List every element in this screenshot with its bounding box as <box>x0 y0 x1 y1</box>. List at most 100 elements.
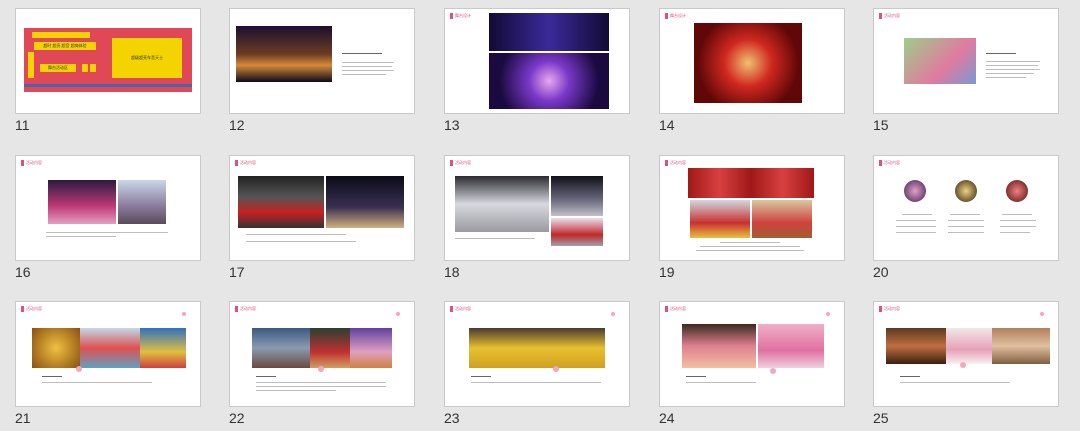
slide-number: 24 <box>659 410 675 426</box>
slide-number: 22 <box>229 410 245 426</box>
decor-dot <box>318 366 324 372</box>
slide-number: 15 <box>873 117 889 133</box>
slide-number: 14 <box>659 117 675 133</box>
section-tag: 活动内容 <box>235 306 256 312</box>
slide-number: 25 <box>873 410 889 426</box>
slide-number: 18 <box>444 264 460 280</box>
car-photo <box>238 176 324 228</box>
models-photo <box>326 176 404 228</box>
slide-number: 11 <box>15 117 30 133</box>
slide-number: 21 <box>15 410 31 426</box>
slide-canvas: 舞台设计 <box>659 8 845 114</box>
slide-thumbnail-17[interactable]: 活动内容 17 <box>229 155 415 285</box>
performer-avatar-1 <box>904 180 926 202</box>
slide-canvas: 活动内容 <box>15 155 201 261</box>
event-photo-right <box>752 200 812 238</box>
decor-dot <box>611 312 615 316</box>
lion-photo <box>32 328 80 368</box>
decor-dot <box>76 366 82 372</box>
decor-dot <box>182 312 186 316</box>
decor-dot <box>960 362 966 368</box>
slide-thumbnail-16[interactable]: 活动内容 16 <box>15 155 201 285</box>
section-tag: 活动内容 <box>235 160 256 166</box>
slide-canvas: 活动内容 <box>873 8 1059 114</box>
slide-canvas: 活动内容 <box>659 155 845 261</box>
decor-dot <box>396 312 400 316</box>
floorplan-button: 舞台活动区 <box>40 64 76 72</box>
floorplan-label: 超时 超亮 超音 超嗨体验 <box>34 42 96 50</box>
balloon-photo <box>118 180 166 224</box>
slide-canvas: 活动内容 <box>873 155 1059 261</box>
slide-canvas: 活动内容 <box>229 301 415 407</box>
slide-thumbnail-21[interactable]: 活动内容 21 <box>15 301 201 431</box>
stage-photo <box>236 26 332 82</box>
slide-thumbnail-22[interactable]: 活动内容 22 <box>229 301 415 431</box>
stage-render-top <box>489 13 609 51</box>
event-banner-photo <box>688 168 814 198</box>
section-tag: 活动内容 <box>879 13 900 19</box>
section-tag: 舞台设计 <box>665 13 686 19</box>
slide-thumbnail-20[interactable]: 活动内容 20 <box>873 155 1059 285</box>
slide-number: 16 <box>15 264 31 280</box>
street-photo <box>252 328 310 368</box>
section-tag: 活动内容 <box>21 306 42 312</box>
performer-avatar-3 <box>1006 180 1028 202</box>
slide-canvas: 舞台设计 <box>444 8 630 114</box>
slide-number: 19 <box>659 264 675 280</box>
white-cafe-photo <box>946 328 992 364</box>
stage-render-bottom <box>489 53 609 109</box>
slide-number: 13 <box>444 117 460 133</box>
slide-canvas: 活动内容 <box>444 155 630 261</box>
crowd-photo-2 <box>350 328 392 368</box>
booth-photo <box>48 180 116 224</box>
slide-thumbnail-24[interactable]: 活动内容 24 <box>659 301 845 431</box>
slide-thumbnail-15[interactable]: 活动内容 15 <box>873 8 1059 138</box>
decor-dot <box>1040 312 1044 316</box>
slide-canvas: 活动内容 <box>15 301 201 407</box>
decor-dot <box>553 366 559 372</box>
section-tag: 活动内容 <box>665 306 686 312</box>
activity-photo <box>904 38 976 84</box>
red-car-photo <box>551 218 603 246</box>
decor-dot <box>770 368 776 374</box>
playground-photo-1 <box>80 328 140 368</box>
slide-thumbnail-12[interactable]: 12 <box>229 8 415 138</box>
pink-room-photo-1 <box>682 324 756 368</box>
slide-canvas: 超时 超亮 超音 超嗨体验 舞台活动区 超级超亮车音天士 <box>15 8 201 114</box>
stage-render <box>694 23 802 103</box>
slide-canvas: 活动内容 <box>444 301 630 407</box>
customers-photo <box>992 328 1050 364</box>
slide-thumbnail-13[interactable]: 舞台设计 13 <box>444 8 630 138</box>
section-tag: 活动内容 <box>879 160 900 166</box>
slide-number: 23 <box>444 410 460 426</box>
slide-thumbnail-18[interactable]: 活动内容 18 <box>444 155 630 285</box>
playground-photo-2 <box>140 328 186 368</box>
slide-thumbnail-19[interactable]: 活动内容 19 <box>659 155 845 285</box>
slide-number: 12 <box>229 117 245 133</box>
slide-number: 17 <box>229 264 245 280</box>
section-tag: 活动内容 <box>665 160 686 166</box>
fashion-photo <box>455 176 549 232</box>
section-tag: 活动内容 <box>879 306 900 312</box>
slide-thumbnail-23[interactable]: 活动内容 23 <box>444 301 630 431</box>
slide-thumbnail-25[interactable]: 活动内容 25 <box>873 301 1059 431</box>
section-tag: 活动内容 <box>450 160 471 166</box>
pink-room-photo-2 <box>758 324 824 368</box>
car-show-photo <box>551 176 603 216</box>
floorplan-image: 超时 超亮 超音 超嗨体验 舞台活动区 超级超亮车音天士 <box>24 28 192 92</box>
slide-thumbnail-11[interactable]: 超时 超亮 超音 超嗨体验 舞台活动区 超级超亮车音天士 11 <box>15 8 201 138</box>
crowd-photo-1 <box>310 328 350 368</box>
section-tag: 活动内容 <box>450 306 471 312</box>
slide-canvas: 活动内容 <box>873 301 1059 407</box>
slide-number: 20 <box>873 264 889 280</box>
performer-avatar-2 <box>955 180 977 202</box>
event-photo-left <box>690 200 750 238</box>
ball-pit-photo <box>469 328 605 368</box>
slide-canvas: 活动内容 <box>659 301 845 407</box>
cafe-photo <box>886 328 946 364</box>
section-tag: 活动内容 <box>21 160 42 166</box>
slide-thumbnail-14[interactable]: 舞台设计 14 <box>659 8 845 138</box>
slide-canvas <box>229 8 415 114</box>
floorplan-center: 超级超亮车音天士 <box>112 38 182 78</box>
slide-sorter-grid: 超时 超亮 超音 超嗨体验 舞台活动区 超级超亮车音天士 11 12 舞台设计 <box>0 0 1080 429</box>
